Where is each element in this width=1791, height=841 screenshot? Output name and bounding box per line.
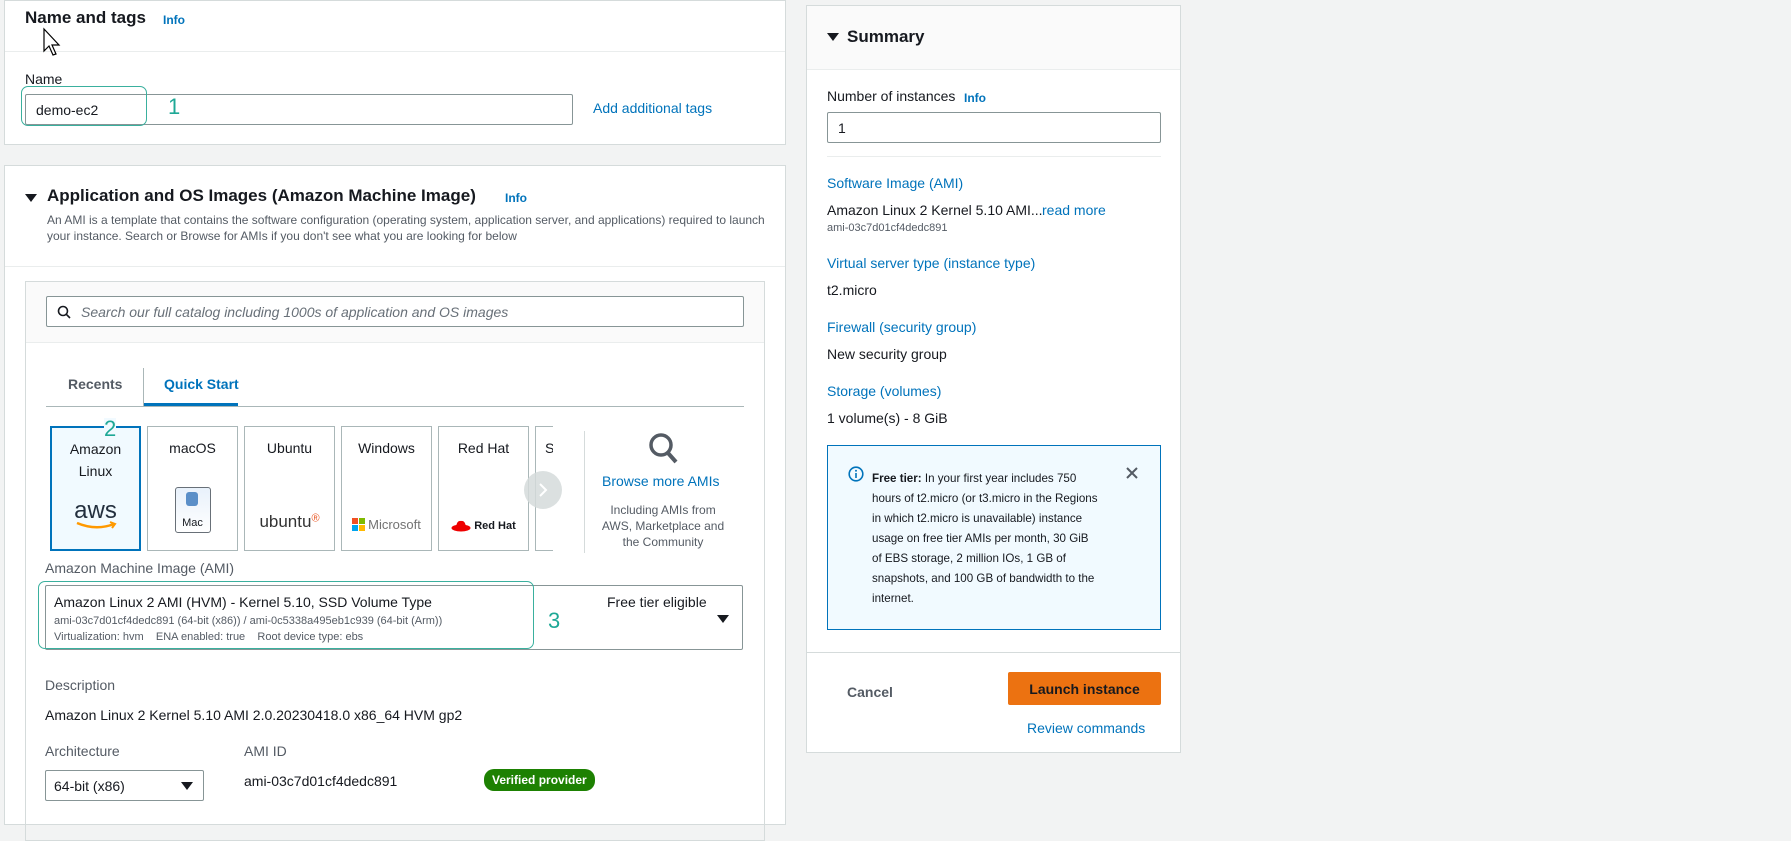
software-image-id: ami-03c7d01cf4dedc891: [827, 222, 948, 234]
os-tile-amazon-linux-label: Amazon Linux: [69, 441, 122, 479]
ami-info-link[interactable]: Info: [505, 191, 527, 205]
redhat-logo-icon: Red Hat: [439, 519, 528, 532]
ami-search-placeholder: Search our full catalog including 1000s …: [81, 303, 509, 320]
description-value: Amazon Linux 2 Kernel 5.10 AMI 2.0.20230…: [45, 707, 463, 723]
os-tile-windows-label: Windows: [358, 440, 415, 456]
verified-provider-badge: Verified provider: [484, 769, 595, 791]
instances-value: 1: [838, 119, 846, 136]
instance-type-value: t2.micro: [827, 282, 877, 298]
software-image-link[interactable]: Software Image (AMI): [827, 175, 963, 191]
launch-instance-button[interactable]: Launch instance: [1008, 672, 1161, 705]
summary-collapse-icon[interactable]: [827, 33, 839, 41]
search-icon: [57, 305, 71, 319]
ami-select-name: Amazon Linux 2 AMI (HVM) - Kernel 5.10, …: [54, 594, 432, 610]
browse-search-icon: [649, 433, 678, 464]
summary-divider: [827, 156, 1161, 157]
windows-squares-icon: [352, 518, 366, 531]
name-tags-title: Name and tags: [25, 8, 146, 27]
architecture-select[interactable]: 64-bit (x86): [45, 770, 204, 801]
browse-more-amis-link[interactable]: Browse more AMIs: [602, 473, 719, 489]
ami-title: Application and OS Images (Amazon Machin…: [47, 186, 476, 205]
summary-panel: Summary Number of instances Info 1 Softw…: [806, 5, 1181, 753]
free-tier-text: Free tier: In your first year includes 7…: [872, 469, 1100, 609]
ami-tabs: [46, 362, 744, 407]
carousel-next-button[interactable]: [524, 471, 562, 509]
os-tile-windows[interactable]: Windows Microsoft: [341, 426, 432, 551]
ami-collapse-icon[interactable]: [25, 194, 37, 202]
name-label: Name: [25, 71, 63, 87]
review-commands-link[interactable]: Review commands: [1027, 720, 1145, 736]
software-image-value: Amazon Linux 2 Kernel 5.10 AMI...: [827, 202, 1043, 218]
aws-logo-icon: aws: [52, 497, 139, 531]
ami-search-input[interactable]: Search our full catalog including 1000s …: [46, 296, 744, 327]
instances-input[interactable]: 1: [827, 112, 1161, 143]
ubuntu-logo-icon: ubuntu®: [259, 512, 320, 531]
name-tags-info-link[interactable]: Info: [163, 13, 185, 27]
close-icon[interactable]: [1125, 466, 1139, 480]
architecture-value: 64-bit (x86): [54, 778, 125, 794]
os-tile-ubuntu-label: Ubuntu: [266, 440, 313, 456]
architecture-label: Architecture: [45, 743, 120, 759]
free-tier-eligible-text: Free tier eligible: [607, 594, 707, 610]
microsoft-logo-text: Microsoft: [368, 517, 421, 532]
description-label: Description: [45, 677, 116, 693]
tab-quick-start[interactable]: Quick Start: [164, 376, 239, 392]
firewall-value: New security group: [827, 346, 947, 362]
read-more-link[interactable]: read more: [1042, 202, 1106, 218]
os-tile-macos[interactable]: macOS Mac: [147, 426, 238, 551]
instances-info-link[interactable]: Info: [964, 91, 986, 105]
name-input-value: demo-ec2: [36, 101, 99, 118]
ami-id-label: AMI ID: [244, 743, 287, 759]
cancel-button[interactable]: Cancel: [847, 684, 893, 700]
free-tier-alert: Free tier: In your first year includes 7…: [827, 445, 1161, 630]
tab-divider: [143, 368, 144, 406]
aws-logo-text: aws: [74, 497, 117, 524]
firewall-link[interactable]: Firewall (security group): [827, 319, 976, 335]
summary-title: Summary: [847, 27, 925, 46]
mouse-cursor-icon: [43, 27, 61, 56]
info-circle-icon: [848, 466, 864, 482]
os-tile-partial-label: S: [536, 437, 553, 459]
launch-instance-label: Launch instance: [1029, 680, 1140, 697]
instances-label: Number of instances: [827, 88, 956, 104]
annotation-label-1: 1: [168, 94, 181, 119]
annotation-label-3: 3: [548, 608, 561, 633]
name-input[interactable]: demo-ec2: [25, 94, 573, 125]
annotation-label-2: 2: [104, 416, 117, 441]
free-tier-body: In your first year includes 750 hours of…: [872, 472, 1098, 605]
os-tile-macos-label: macOS: [169, 440, 216, 456]
architecture-dropdown-icon: [181, 782, 193, 790]
free-tier-title: Free tier:: [872, 472, 922, 485]
name-tags-panel: Name and tags Info Name demo-ec2 Add add…: [4, 0, 786, 145]
storage-value: 1 volume(s) - 8 GiB: [827, 410, 948, 426]
browse-more-sub: Including AMIs from AWS, Marketplace and…: [601, 503, 725, 549]
os-tile-ubuntu[interactable]: Ubuntu ubuntu®: [244, 426, 335, 551]
redhat-logo-text: Red Hat: [474, 519, 516, 532]
ubuntu-logo-text: ubuntu: [259, 512, 312, 531]
os-tile-amazon-linux[interactable]: Amazon Linux aws: [50, 426, 141, 551]
storage-link[interactable]: Storage (volumes): [827, 383, 941, 399]
os-tile-redhat-label: Red Hat: [457, 440, 510, 456]
ami-select-meta: Virtualization: hvm ENA enabled: true Ro…: [54, 631, 364, 643]
summary-footer-divider: [807, 652, 1180, 653]
ami-select-ids: ami-03c7d01cf4dedc891 (64-bit (x86)) / a…: [54, 615, 443, 627]
mac-logo-text: Mac: [182, 517, 203, 529]
ami-id-value: ami-03c7d01cf4dedc891: [244, 773, 398, 789]
microsoft-logo-icon: Microsoft: [342, 517, 431, 532]
ami-select[interactable]: Amazon Linux 2 AMI (HVM) - Kernel 5.10, …: [45, 585, 743, 650]
tab-quick-start-underline: [144, 403, 238, 406]
browse-divider: [584, 431, 585, 553]
ami-select-dropdown-icon: [717, 615, 729, 623]
os-tile-redhat[interactable]: Red Hat Red Hat: [438, 426, 529, 551]
chevron-right-icon: [539, 483, 548, 497]
tab-recents[interactable]: Recents: [68, 376, 122, 392]
instance-type-link[interactable]: Virtual server type (instance type): [827, 255, 1035, 271]
redhat-hat-icon: [451, 520, 471, 532]
ami-select-label: Amazon Machine Image (AMI): [45, 560, 235, 576]
mac-logo-icon: Mac: [148, 487, 237, 536]
add-additional-tags-link[interactable]: Add additional tags: [593, 100, 712, 116]
ami-description: An AMI is a template that contains the s…: [47, 213, 765, 243]
